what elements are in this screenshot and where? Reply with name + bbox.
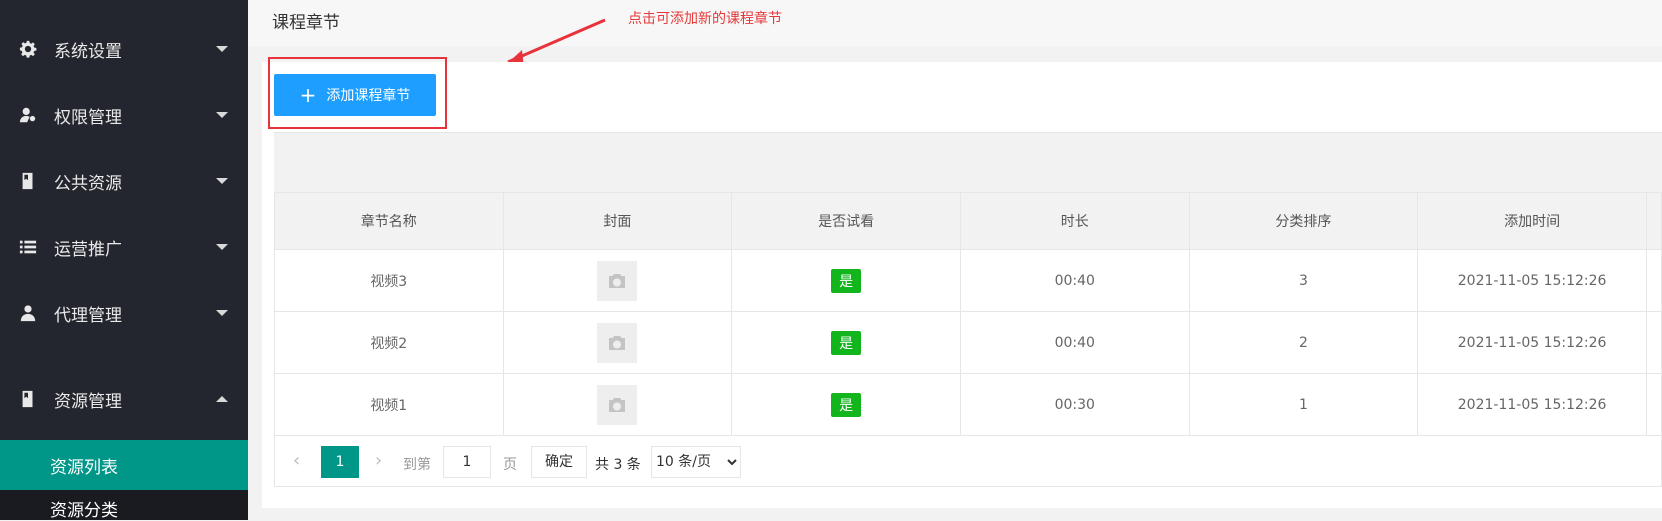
sidebar-item-label: 系统设置 — [54, 41, 122, 62]
page-header: 课程章节 — [248, 0, 1662, 46]
page-size-select[interactable]: 10 条/页 — [651, 446, 741, 478]
trial-badge: 是 — [831, 330, 862, 355]
table-row[interactable]: 视频2 是 00:40 2 2021-11-05 15:12:26 — [274, 311, 1662, 374]
table-toolbar — [274, 132, 1662, 193]
column-header[interactable]: 章节名称 — [274, 192, 504, 250]
cover-image[interactable] — [597, 384, 638, 425]
sidebar-item-agents[interactable]: 代理管理 — [0, 278, 248, 348]
sidebar-item-resource-management[interactable]: 资源管理 — [0, 364, 248, 434]
chapter-name-cell: 视频2 — [274, 311, 504, 374]
sidebar-item-public-resources[interactable]: 公共资源 — [0, 146, 248, 216]
sort-cell: 1 — [1188, 373, 1419, 436]
sidebar-item-label: 代理管理 — [54, 305, 122, 326]
chevron-left-icon[interactable]: ‹ — [293, 450, 300, 471]
page-title: 课程章节 — [272, 13, 340, 33]
chevron-down-icon — [216, 244, 228, 250]
book-icon — [18, 389, 38, 409]
gear-icon — [18, 39, 38, 59]
camera-icon — [609, 273, 626, 288]
sidebar: 系统设置 权限管理 公共资源 运营推广 代理管理 资源管理 资源列表 资源分类 — [0, 0, 248, 521]
duration-cell: 00:30 — [959, 373, 1190, 436]
sidebar-subitem-label: 资源列表 — [50, 457, 118, 478]
goto-confirm-button[interactable]: 确定 — [531, 446, 587, 478]
highlight-box — [268, 57, 447, 129]
annotation-text: 点击可添加新的课程章节 — [628, 11, 782, 27]
sidebar-subitem-resource-list[interactable]: 资源列表 — [0, 440, 248, 490]
pagination: ‹ 1 › 到第 页 确定 共 3 条 10 条/页 — [274, 436, 1662, 487]
content-card: + 添加课程章节 章节名称 封面 是否试看 时长 分类排序 添加时间 视频3 是… — [262, 62, 1662, 508]
table-header-row: 章节名称 封面 是否试看 时长 分类排序 添加时间 — [274, 192, 1662, 250]
sidebar-item-label: 资源管理 — [54, 391, 122, 412]
duration-cell: 00:40 — [959, 249, 1190, 312]
total-count: 共 3 条 — [595, 457, 641, 473]
camera-icon — [609, 335, 626, 350]
column-header[interactable]: 时长 — [959, 192, 1190, 250]
column-header[interactable]: 分类排序 — [1188, 192, 1419, 250]
list-icon — [18, 237, 38, 257]
sidebar-item-label: 权限管理 — [54, 107, 122, 128]
sidebar-subitem-label: 资源分类 — [50, 501, 118, 521]
user-icon — [18, 303, 38, 323]
sidebar-item-operations[interactable]: 运营推广 — [0, 212, 248, 282]
chevron-down-icon — [216, 112, 228, 118]
cover-image[interactable] — [597, 260, 638, 301]
chevron-down-icon — [216, 46, 228, 52]
column-header-overflow — [1646, 192, 1662, 250]
sidebar-item-label: 公共资源 — [54, 173, 122, 194]
table-row[interactable]: 视频1 是 00:30 1 2021-11-05 15:12:26 — [274, 373, 1662, 436]
sidebar-item-system-settings[interactable]: 系统设置 — [0, 14, 248, 84]
chevron-down-icon — [216, 178, 228, 184]
chapter-name-cell: 视频3 — [274, 249, 504, 312]
goto-page-input[interactable] — [443, 446, 491, 478]
chevron-right-icon[interactable]: › — [375, 450, 382, 471]
column-header[interactable]: 封面 — [502, 192, 733, 250]
trial-badge: 是 — [831, 268, 862, 293]
sort-cell: 3 — [1188, 249, 1419, 312]
goto-label: 到第 — [403, 457, 431, 473]
added-time-cell: 2021-11-05 15:12:26 — [1417, 373, 1648, 436]
chevron-up-icon — [216, 396, 228, 402]
chapter-table: 章节名称 封面 是否试看 时长 分类排序 添加时间 视频3 是 00:40 3 … — [274, 192, 1662, 436]
cover-image[interactable] — [597, 322, 638, 363]
added-time-cell: 2021-11-05 15:12:26 — [1417, 311, 1648, 374]
sidebar-subitem-resource-category[interactable]: 资源分类 — [0, 490, 248, 521]
page-number-current[interactable]: 1 — [321, 446, 359, 478]
trial-badge: 是 — [831, 392, 862, 417]
added-time-cell: 2021-11-05 15:12:26 — [1417, 249, 1648, 312]
page-label: 页 — [503, 457, 517, 473]
column-header[interactable]: 是否试看 — [731, 192, 961, 250]
user-key-icon — [18, 105, 38, 125]
book-icon — [18, 171, 38, 191]
sort-cell: 2 — [1188, 311, 1419, 374]
table-row[interactable]: 视频3 是 00:40 3 2021-11-05 15:12:26 — [274, 249, 1662, 312]
chapter-name-cell: 视频1 — [274, 373, 504, 436]
sidebar-item-permissions[interactable]: 权限管理 — [0, 80, 248, 150]
sidebar-item-label: 运营推广 — [54, 239, 122, 260]
duration-cell: 00:40 — [959, 311, 1190, 374]
chevron-down-icon — [216, 310, 228, 316]
camera-icon — [609, 397, 626, 412]
column-header[interactable]: 添加时间 — [1417, 192, 1648, 250]
